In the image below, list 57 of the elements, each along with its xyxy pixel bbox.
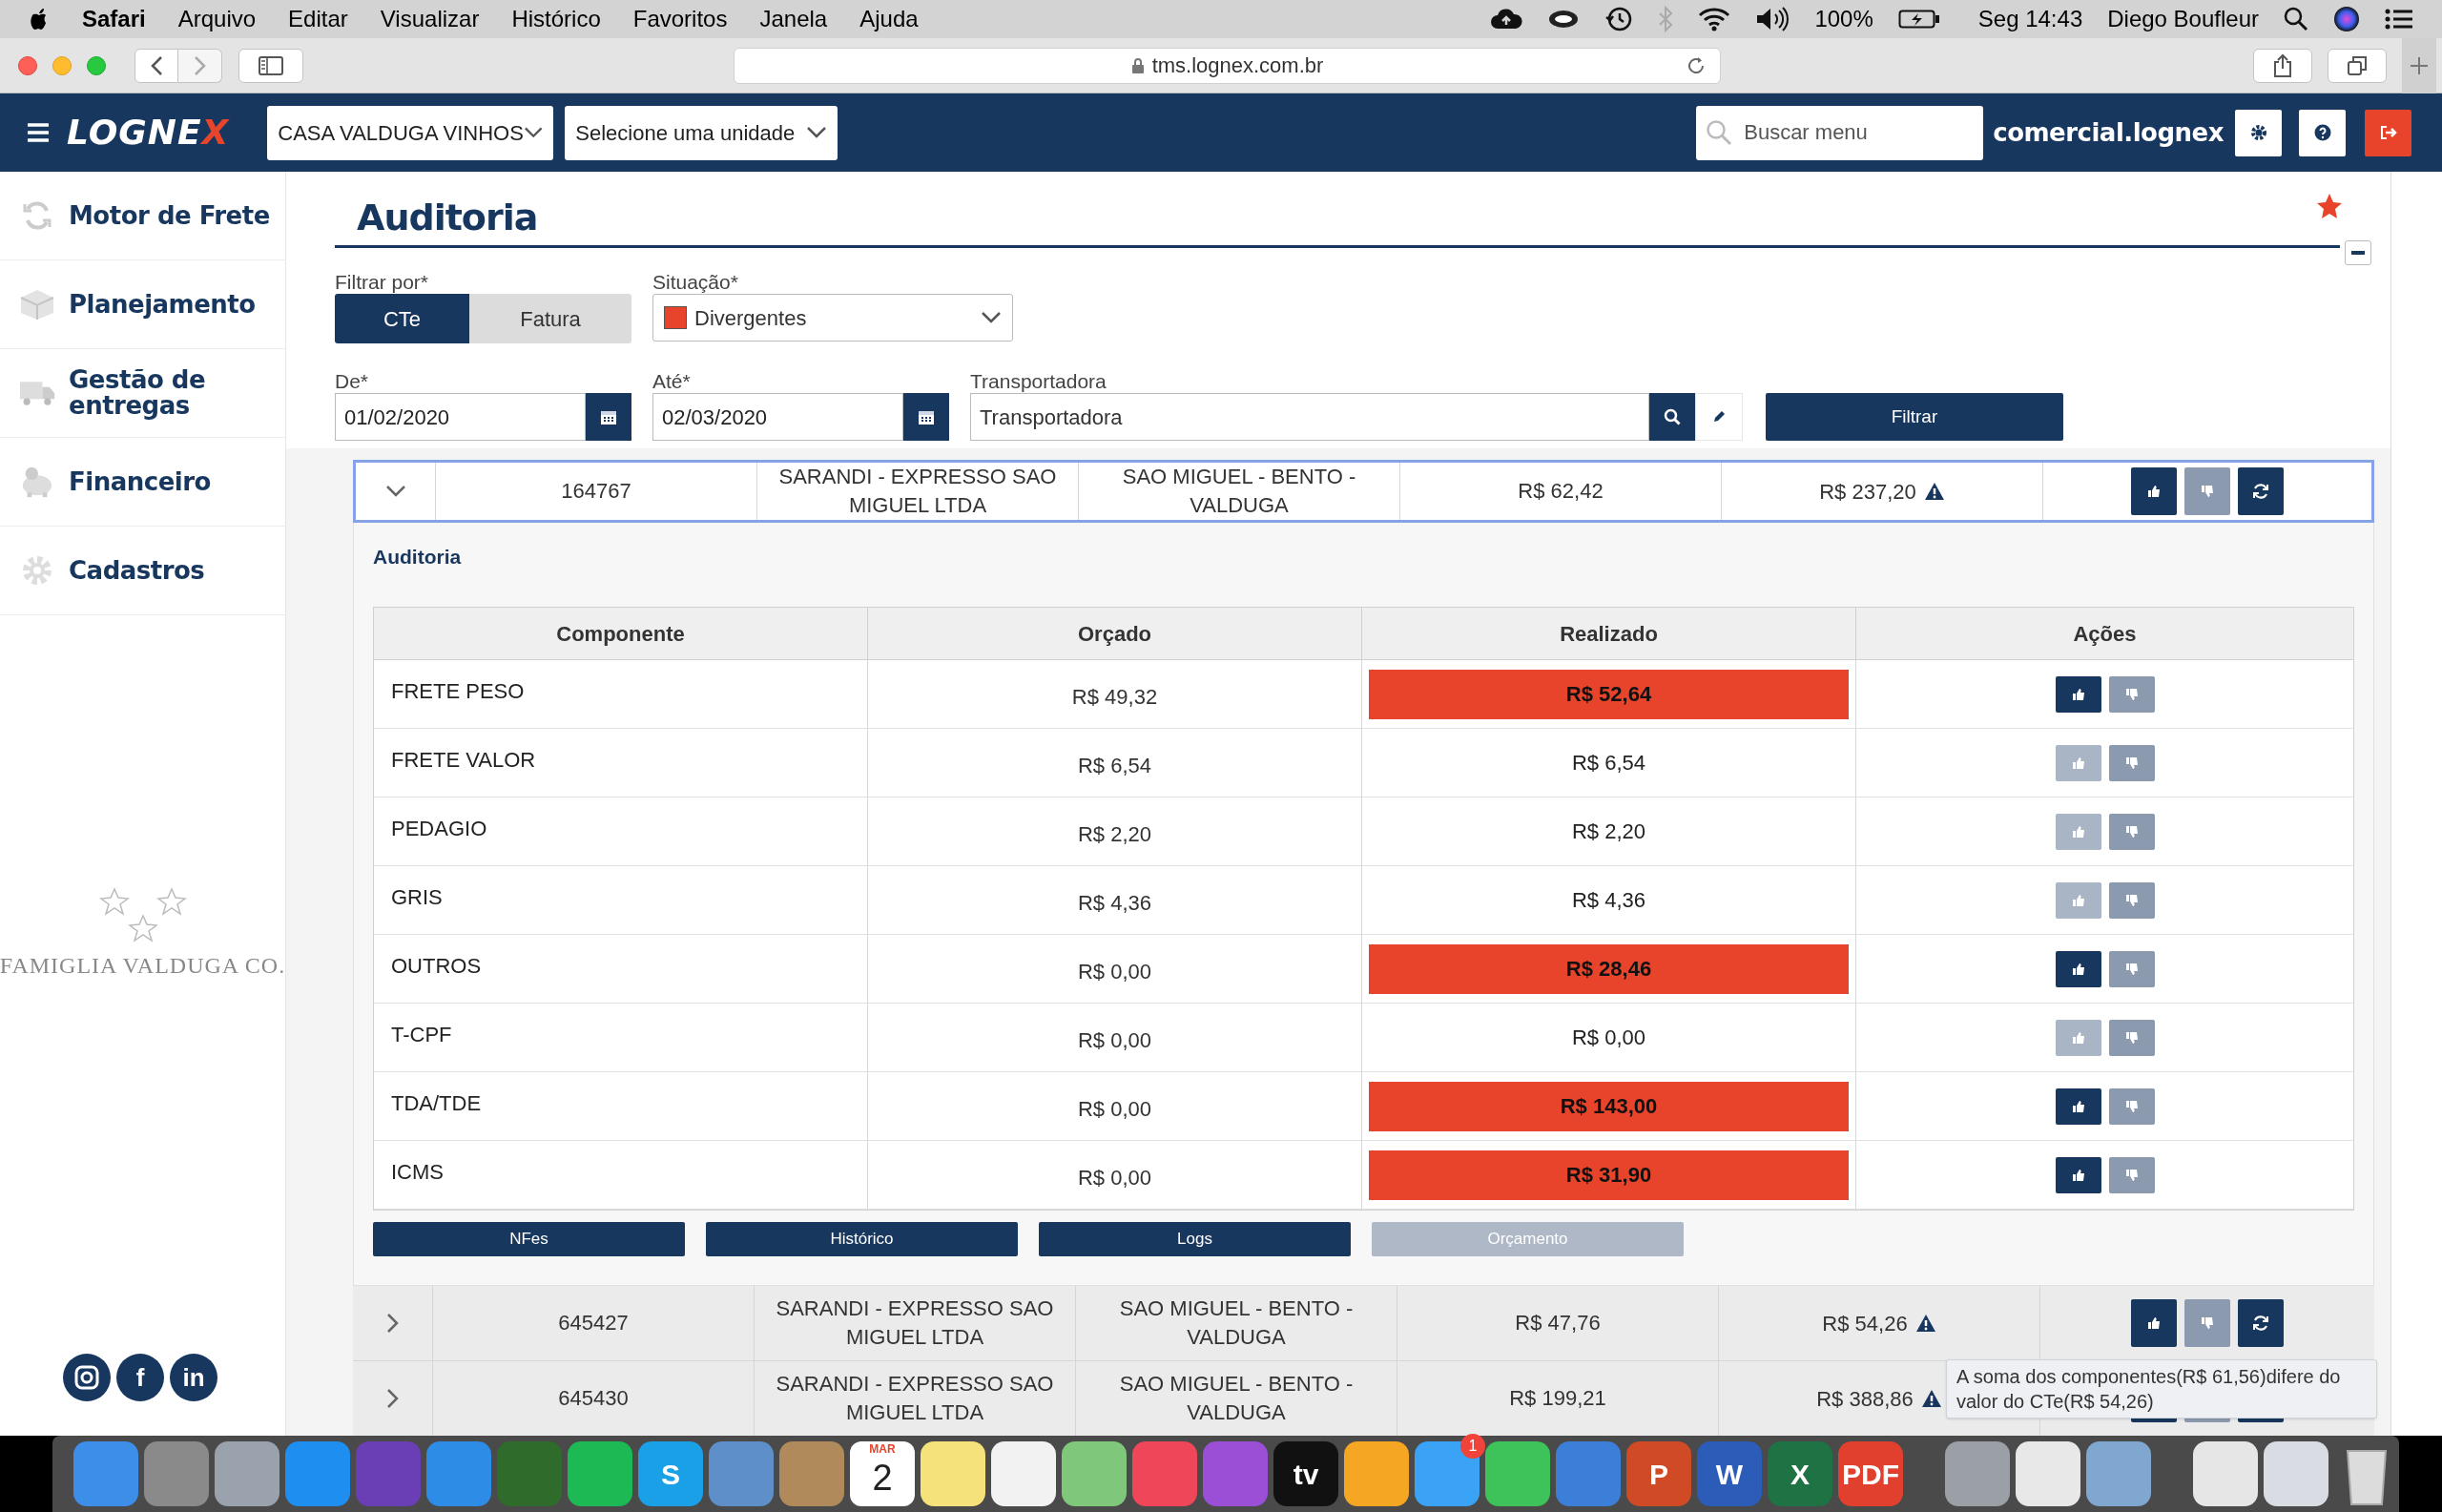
table-cell-text: R$ 199,21 — [1509, 1385, 1606, 1412]
tooltip: A soma dos componentes(R$ 61,56)difere do valor do CTe(R$ 54,26) — [1946, 1359, 2377, 1419]
table-cell-text: R$ 6,54 — [1570, 750, 1647, 777]
table-cell: ICMS — [374, 1141, 868, 1209]
table-cell-text: R$ 2,20 — [1570, 818, 1647, 845]
clock-text: Seg 14:43 — [1977, 5, 2083, 33]
url-text: tms.lognex.com.br — [1151, 52, 1324, 79]
table-cell-text: SARANDI - EXPRESSO SAO MIGUEL LTDA — [777, 464, 1058, 519]
table-cell: R$ 2,20 — [868, 797, 1362, 865]
section-title: Auditoria — [373, 545, 463, 570]
table-cell: OUTROS — [374, 935, 868, 1003]
column-header: Componente — [374, 608, 868, 659]
table-cell: R$ 52,64 — [1369, 669, 1849, 719]
table-cell: R$ 28,46 — [1369, 943, 1849, 994]
table-cell: R$ 4,36 — [868, 866, 1362, 934]
logo: LOGNEX — [67, 115, 230, 150]
table-cell-text: R$ 388,86 — [1816, 1385, 1914, 1413]
column-header: Ações — [2072, 620, 2138, 648]
field-label: Até* — [652, 369, 692, 393]
field-label: Filtrar por* — [335, 270, 430, 294]
page-title: Auditoria — [357, 196, 538, 240]
table-cell-text: 645427 — [558, 1310, 629, 1336]
table-cell-text: R$ 62,42 — [1518, 478, 1604, 505]
table-cell: FRETE PESO — [374, 660, 868, 728]
field-label: De* — [335, 369, 370, 393]
table-cell: R$ 49,32 — [868, 660, 1362, 728]
table-cell: R$ 31,90 — [1369, 1150, 1849, 1200]
table-cell: GRIS — [374, 866, 868, 934]
brand-name: FAMIGLIA VALDUGA CO. — [0, 952, 286, 980]
table-cell: R$ 0,00 — [868, 1072, 1362, 1140]
table-cell: R$ 0,00 — [868, 935, 1362, 1003]
table-cell-text: SAO MIGUEL - BENTO - VALDUGA — [1118, 1295, 1355, 1351]
table-cell-text: R$ 47,76 — [1515, 1310, 1601, 1336]
battery-level: 100% — [1814, 5, 1873, 33]
table-cell: FRETE VALOR — [374, 729, 868, 797]
table-cell-text: 645430 — [558, 1385, 629, 1412]
table-cell: TDA/TDE — [374, 1072, 868, 1140]
field-label: Transportadora — [970, 369, 1107, 393]
table-cell-text: R$ 4,36 — [1570, 887, 1647, 914]
table-cell: PEDAGIO — [374, 797, 868, 865]
table-cell-text: SAO MIGUEL - BENTO - VALDUGA — [1121, 464, 1357, 519]
table-cell-text: R$ 54,26 — [1822, 1310, 1908, 1337]
table-cell-text: R$ 237,20 — [1819, 478, 1916, 506]
table-cell-text: SARANDI - EXPRESSO SAO MIGUEL LTDA — [775, 1295, 1055, 1351]
column-header: Orçado — [868, 608, 1362, 659]
field-label: Situação* — [652, 270, 739, 294]
table-cell: R$ 0,00 — [868, 1141, 1362, 1209]
table-cell: R$ 0,00 — [868, 1004, 1362, 1071]
table-cell-text: SARANDI - EXPRESSO SAO MIGUEL LTDA — [775, 1371, 1055, 1426]
table-cell-text: R$ 0,00 — [1570, 1025, 1647, 1051]
table-cell-text: 164767 — [561, 478, 631, 505]
table-cell-text: SAO MIGUEL - BENTO - VALDUGA — [1118, 1371, 1355, 1426]
table-cell: R$ 143,00 — [1369, 1081, 1849, 1131]
table-cell: T-CPF — [374, 1004, 868, 1071]
notification-badge: 1 — [1460, 1434, 1485, 1459]
column-header: Realizado — [1362, 608, 1856, 659]
table-cell: R$ 6,54 — [868, 729, 1362, 797]
